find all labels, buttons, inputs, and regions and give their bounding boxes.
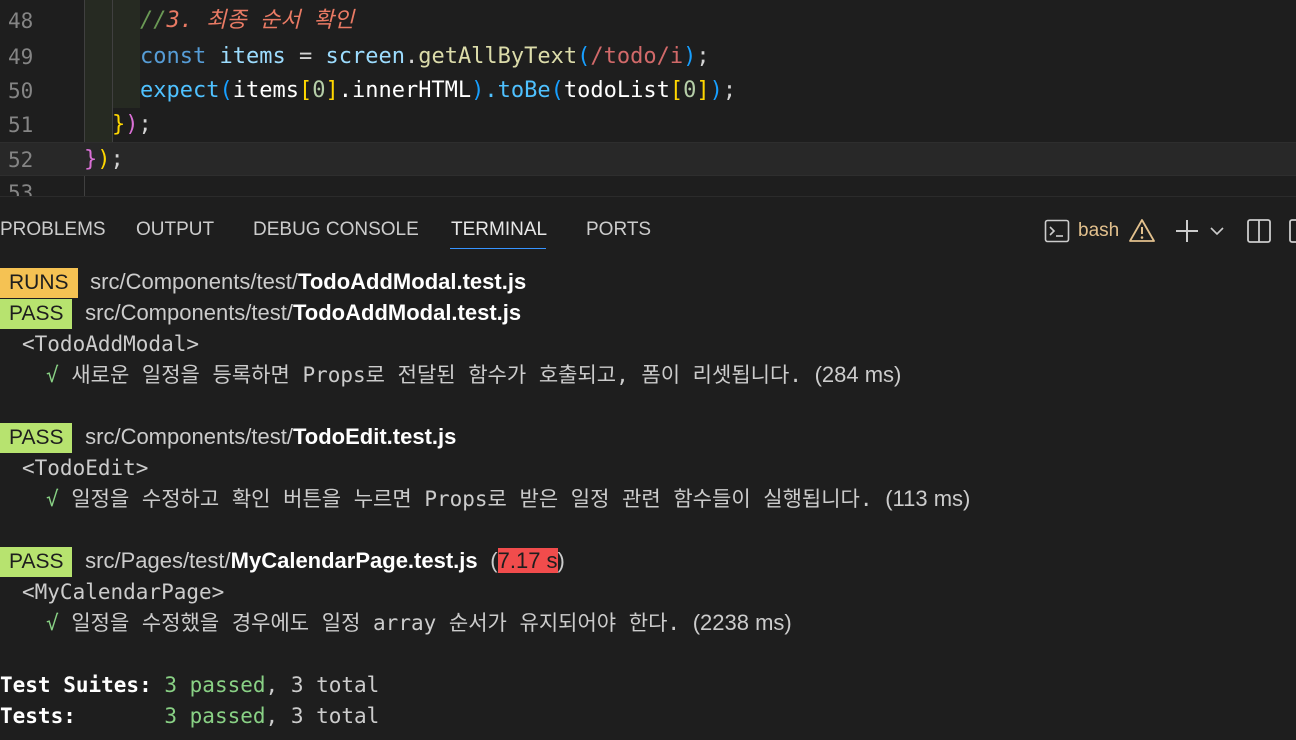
test-case-line: √ 새로운 일정을 등록하면 Props로 전달된 함수가 호출되고, 폼이 리… — [46, 362, 902, 387]
test-case-line: √ 일정을 수정하고 확인 버튼을 누르면 Props로 받은 일정 관련 함수… — [46, 486, 971, 511]
pass-badge: PASS — [0, 423, 73, 453]
tab-debug-console[interactable]: DEBUG CONSOLE — [253, 219, 419, 241]
line-number: 52 — [8, 148, 34, 172]
code-line-50: 50 expect(items[0].innerHTML).toBe(todoL… — [0, 74, 1296, 108]
terminal-output[interactable]: RUNS src/Components/test/TodoAddModal.te… — [0, 262, 1296, 740]
summary-suites: Test Suites: 3 passed, 3 total — [0, 673, 380, 697]
split-terminal-icon[interactable] — [1246, 218, 1272, 244]
test-case-line: √ 일정을 수정했을 경우에도 일정 array 순서가 유지되어야 한다. (… — [46, 610, 792, 635]
code-editor[interactable]: 48 //3. 최종 순서 확인 49 const items = screen… — [0, 0, 1296, 196]
code-line-51: 51 }); — [0, 108, 1296, 142]
shell-name: bash — [1078, 220, 1120, 241]
tab-problems[interactable]: PROBLEMS — [0, 219, 106, 241]
tab-ports[interactable]: PORTS — [586, 219, 651, 241]
code-line-49: 49 const items = screen.getAllByText(/to… — [0, 40, 1296, 74]
pass-badge: PASS — [0, 547, 73, 577]
code-line-53: 53 — [0, 176, 1296, 196]
comment: 3. 최종 순서 확인 — [166, 8, 355, 33]
tab-terminal[interactable]: TERMINAL — [451, 219, 547, 241]
pass-badge: PASS — [0, 299, 73, 329]
line-number: 53 — [8, 181, 34, 196]
plus-icon[interactable] — [1174, 218, 1200, 244]
summary-tests: Tests: 3 passed, 3 total — [0, 704, 380, 728]
runs-badge: RUNS — [0, 268, 78, 298]
terminal-icon — [1044, 219, 1070, 243]
describe-label: <TodoAddModal> — [22, 332, 200, 356]
active-tab-indicator — [450, 248, 546, 249]
runs-line: RUNS src/Components/test/TodoAddModal.te… — [0, 267, 526, 298]
code-line-52: 52 }); — [0, 142, 1296, 176]
trash-icon[interactable] — [1288, 218, 1296, 244]
tab-output[interactable]: OUTPUT — [136, 219, 214, 241]
suite-result-line: PASS src/Components/test/TodoEdit.test.j… — [0, 422, 456, 453]
suite-result-line: PASS src/Pages/test/MyCalendarPage.test.… — [0, 546, 565, 577]
suite-result-line: PASS src/Components/test/TodoAddModal.te… — [0, 298, 521, 329]
line-number: 50 — [8, 79, 34, 103]
warning-icon — [1129, 219, 1155, 242]
slow-time-highlight: 7.17 s — [497, 548, 558, 573]
line-number: 49 — [8, 45, 34, 69]
line-number: 48 — [8, 9, 34, 33]
code-line-48: 48 //3. 최종 순서 확인 — [0, 4, 1296, 38]
line-number: 51 — [8, 113, 34, 137]
describe-label: <TodoEdit> — [22, 456, 149, 480]
chevron-down-icon[interactable] — [1209, 223, 1225, 239]
describe-label: <MyCalendarPage> — [22, 580, 225, 604]
